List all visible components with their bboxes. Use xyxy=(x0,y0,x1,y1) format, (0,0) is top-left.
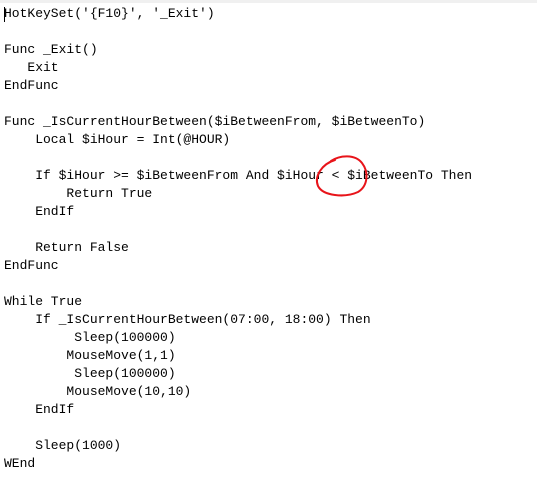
code-line[interactable]: Sleep(100000) xyxy=(4,365,472,383)
code-line[interactable]: Return True xyxy=(4,185,472,203)
code-line[interactable]: If _IsCurrentHourBetween(07:00, 18:00) T… xyxy=(4,311,472,329)
code-line[interactable]: WEnd xyxy=(4,455,472,473)
code-line[interactable] xyxy=(4,221,472,239)
code-line[interactable]: While True xyxy=(4,293,472,311)
code-line[interactable]: Local $iHour = Int(@HOUR) xyxy=(4,131,472,149)
code-line[interactable]: EndFunc xyxy=(4,77,472,95)
code-editor[interactable]: HotKeySet('{F10}', '_Exit') Func _Exit() … xyxy=(4,5,472,473)
code-line[interactable]: EndIf xyxy=(4,401,472,419)
code-line[interactable]: Exit xyxy=(4,59,472,77)
code-line[interactable] xyxy=(4,149,472,167)
code-line[interactable] xyxy=(4,95,472,113)
code-line[interactable]: EndFunc xyxy=(4,257,472,275)
window-top-border xyxy=(0,0,537,3)
code-line[interactable]: Func _IsCurrentHourBetween($iBetweenFrom… xyxy=(4,113,472,131)
code-line[interactable] xyxy=(4,419,472,437)
code-line[interactable] xyxy=(4,23,472,41)
code-line[interactable]: Sleep(100000) xyxy=(4,329,472,347)
code-line[interactable]: Sleep(1000) xyxy=(4,437,472,455)
code-line[interactable]: If $iHour >= $iBetweenFrom And $iHour < … xyxy=(4,167,472,185)
code-line[interactable]: Func _Exit() xyxy=(4,41,472,59)
code-line[interactable]: Return False xyxy=(4,239,472,257)
code-line[interactable]: HotKeySet('{F10}', '_Exit') xyxy=(4,5,472,23)
code-line[interactable] xyxy=(4,275,472,293)
code-line[interactable]: EndIf xyxy=(4,203,472,221)
code-line[interactable]: MouseMove(1,1) xyxy=(4,347,472,365)
text-caret xyxy=(4,7,5,22)
code-line[interactable]: MouseMove(10,10) xyxy=(4,383,472,401)
